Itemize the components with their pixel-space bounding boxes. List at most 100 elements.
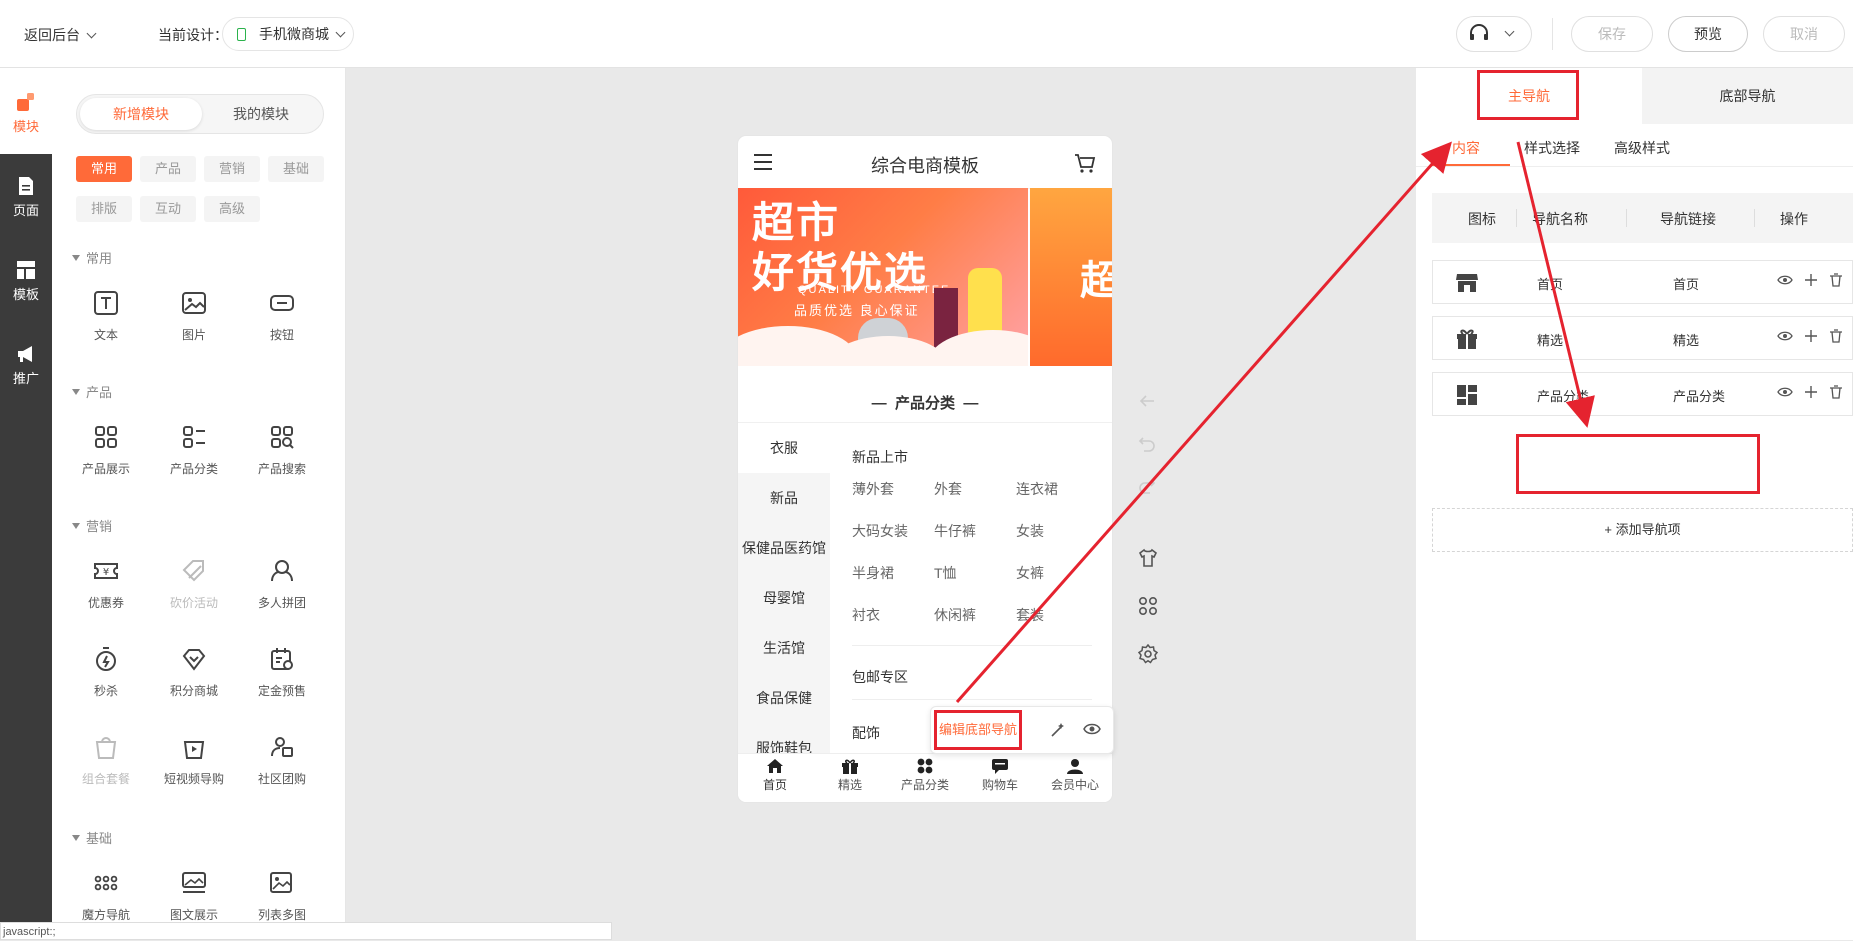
chip-advanced[interactable]: 高级 <box>204 196 260 222</box>
nav-link[interactable]: 产品分类 <box>1673 386 1725 405</box>
plus-icon[interactable] <box>1803 385 1819 399</box>
category-item[interactable]: 衣服 <box>738 423 830 473</box>
trash-icon[interactable] <box>1828 329 1844 343</box>
undo-icon[interactable] <box>1138 434 1156 452</box>
store-icon[interactable] <box>1455 271 1479 295</box>
grid-four-icon[interactable] <box>1138 596 1158 616</box>
module-deposit-presale[interactable]: 定金预售 <box>242 646 322 699</box>
module-label: 按钮 <box>269 328 294 342</box>
subcategory-item[interactable]: 连衣裙 <box>1016 479 1058 499</box>
grid-icon[interactable] <box>1455 383 1479 407</box>
module-coupon[interactable]: ¥ 优惠券 <box>66 558 146 611</box>
nav-name[interactable]: 精选 <box>1537 330 1563 349</box>
category-item[interactable]: 新品 <box>738 473 830 523</box>
subcategory-item[interactable]: T恤 <box>934 563 957 583</box>
tab-featured[interactable]: 精选 <box>813 758 887 793</box>
module-points-mall[interactable]: 积分商城 <box>154 646 234 699</box>
category-item[interactable]: 保健品医药馆 <box>738 523 830 573</box>
module-button[interactable]: 按钮 <box>242 290 322 343</box>
tab-home[interactable]: 首页 <box>738 758 812 793</box>
subcategory-item[interactable]: 女裤 <box>1016 563 1044 583</box>
rail-item-template[interactable]: 模板 <box>0 260 52 303</box>
eye-icon[interactable] <box>1777 385 1793 399</box>
subcategory-item[interactable]: 衬衣 <box>852 605 880 625</box>
module-text[interactable]: 文本 <box>66 290 146 343</box>
module-product-category[interactable]: 产品分类 <box>154 424 234 477</box>
chip-common[interactable]: 常用 <box>76 156 132 182</box>
chip-basic[interactable]: 基础 <box>268 156 324 182</box>
cart-icon[interactable] <box>1074 152 1096 174</box>
tab-style-select[interactable]: 样式选择 <box>1524 138 1580 158</box>
subcategory-item[interactable]: 半身裙 <box>852 563 894 583</box>
save-button[interactable]: 保存 <box>1571 16 1653 52</box>
chip-marketing[interactable]: 营销 <box>204 156 260 182</box>
module-flash-sale[interactable]: 秒杀 <box>66 646 146 699</box>
nav-name[interactable]: 产品分类 <box>1537 386 1589 405</box>
back-label: 返回后台 <box>24 27 80 43</box>
nav-link[interactable]: 首页 <box>1673 274 1699 293</box>
category-item[interactable]: 母婴馆 <box>738 573 830 623</box>
tab-category[interactable]: 产品分类 <box>888 758 962 793</box>
module-cube-nav[interactable]: 魔方导航 <box>66 870 146 923</box>
subcategory-item[interactable]: 休闲裤 <box>934 605 976 625</box>
tab-advanced-style[interactable]: 高级样式 <box>1614 138 1670 158</box>
banner-image[interactable]: 超市 好货优选 QUALITY GUARANTEE 品质优选 良心保证 <box>738 188 1028 366</box>
subcategory-item[interactable]: 外套 <box>934 479 962 499</box>
add-nav-item-button[interactable]: + 添加导航项 <box>1432 508 1853 552</box>
module-community-buy[interactable]: 社区团购 <box>242 734 322 787</box>
module-list-multi-image[interactable]: 列表多图 <box>242 870 322 923</box>
chip-layout[interactable]: 排版 <box>76 196 132 222</box>
module-combo[interactable]: 组合套餐 <box>66 734 146 787</box>
arrow-left-icon[interactable] <box>1138 392 1156 410</box>
back-to-admin-button[interactable]: 返回后台 <box>24 25 97 45</box>
plus-icon[interactable] <box>1803 329 1819 343</box>
gift-icon[interactable] <box>1455 327 1479 351</box>
rail-item-promote[interactable]: 推广 <box>0 344 52 387</box>
category-item[interactable]: 食品保健 <box>738 673 830 723</box>
category-item[interactable]: 生活馆 <box>738 623 830 673</box>
trash-icon[interactable] <box>1828 385 1844 399</box>
eye-icon[interactable] <box>1083 722 1101 736</box>
module-product-search[interactable]: 产品搜索 <box>242 424 322 477</box>
rail-item-page[interactable]: 页面 <box>0 176 52 219</box>
chip-interact[interactable]: 互动 <box>140 196 196 222</box>
subcategory-item[interactable]: 牛仔裤 <box>934 521 976 541</box>
module-bargain[interactable]: 砍价活动 <box>154 558 234 611</box>
nav-link[interactable]: 精选 <box>1673 330 1699 349</box>
shirt-icon[interactable] <box>1138 548 1158 568</box>
subcategory-item[interactable]: 大码女装 <box>852 521 908 541</box>
settings-icon[interactable] <box>1138 644 1158 664</box>
module-short-video[interactable]: 短视频导购 <box>154 734 234 787</box>
nav-name[interactable]: 首页 <box>1537 274 1563 293</box>
support-button[interactable] <box>1456 16 1532 52</box>
module-group-buy[interactable]: 多人拼团 <box>242 558 322 611</box>
magic-wand-icon[interactable] <box>1049 721 1067 739</box>
tab-my-module[interactable]: 我的模块 <box>200 98 322 130</box>
tab-new-module[interactable]: 新增模块 <box>80 98 202 130</box>
tab-bottom-nav[interactable]: 底部导航 <box>1642 68 1853 124</box>
trash-icon[interactable] <box>1828 273 1844 287</box>
banner-image-next[interactable]: 超 <box>1030 188 1112 366</box>
section-title-marketing: 营销 <box>72 516 112 535</box>
redo-icon[interactable] <box>1138 476 1156 494</box>
module-image[interactable]: 图片 <box>154 290 234 343</box>
tab-member[interactable]: 会员中心 <box>1038 758 1112 793</box>
subcategory-item[interactable]: 套装 <box>1016 605 1044 625</box>
tab-cart[interactable]: 购物车 <box>963 758 1037 793</box>
eye-icon[interactable] <box>1777 329 1793 343</box>
subcategory-item[interactable]: 薄外套 <box>852 479 894 499</box>
rail-item-module[interactable]: 模块 <box>0 92 52 135</box>
chip-product[interactable]: 产品 <box>140 156 196 182</box>
module-product-display[interactable]: 产品展示 <box>66 424 146 477</box>
category-item[interactable]: 服饰鞋包 <box>738 723 830 753</box>
cancel-button[interactable]: 取消 <box>1763 16 1845 52</box>
tab-main-nav[interactable]: 主导航 <box>1416 68 1642 124</box>
eye-icon[interactable] <box>1777 273 1793 287</box>
preview-button[interactable]: 预览 <box>1668 16 1748 52</box>
tab-content[interactable]: 内容 <box>1452 138 1480 158</box>
plus-icon[interactable] <box>1803 273 1819 287</box>
design-select[interactable]: 手机微商城 <box>222 17 354 51</box>
subcategory-item[interactable]: 女装 <box>1016 521 1044 541</box>
edit-bottom-nav-button[interactable]: 编辑底部导航 <box>934 710 1022 750</box>
module-image-text[interactable]: 图文展示 <box>154 870 234 923</box>
